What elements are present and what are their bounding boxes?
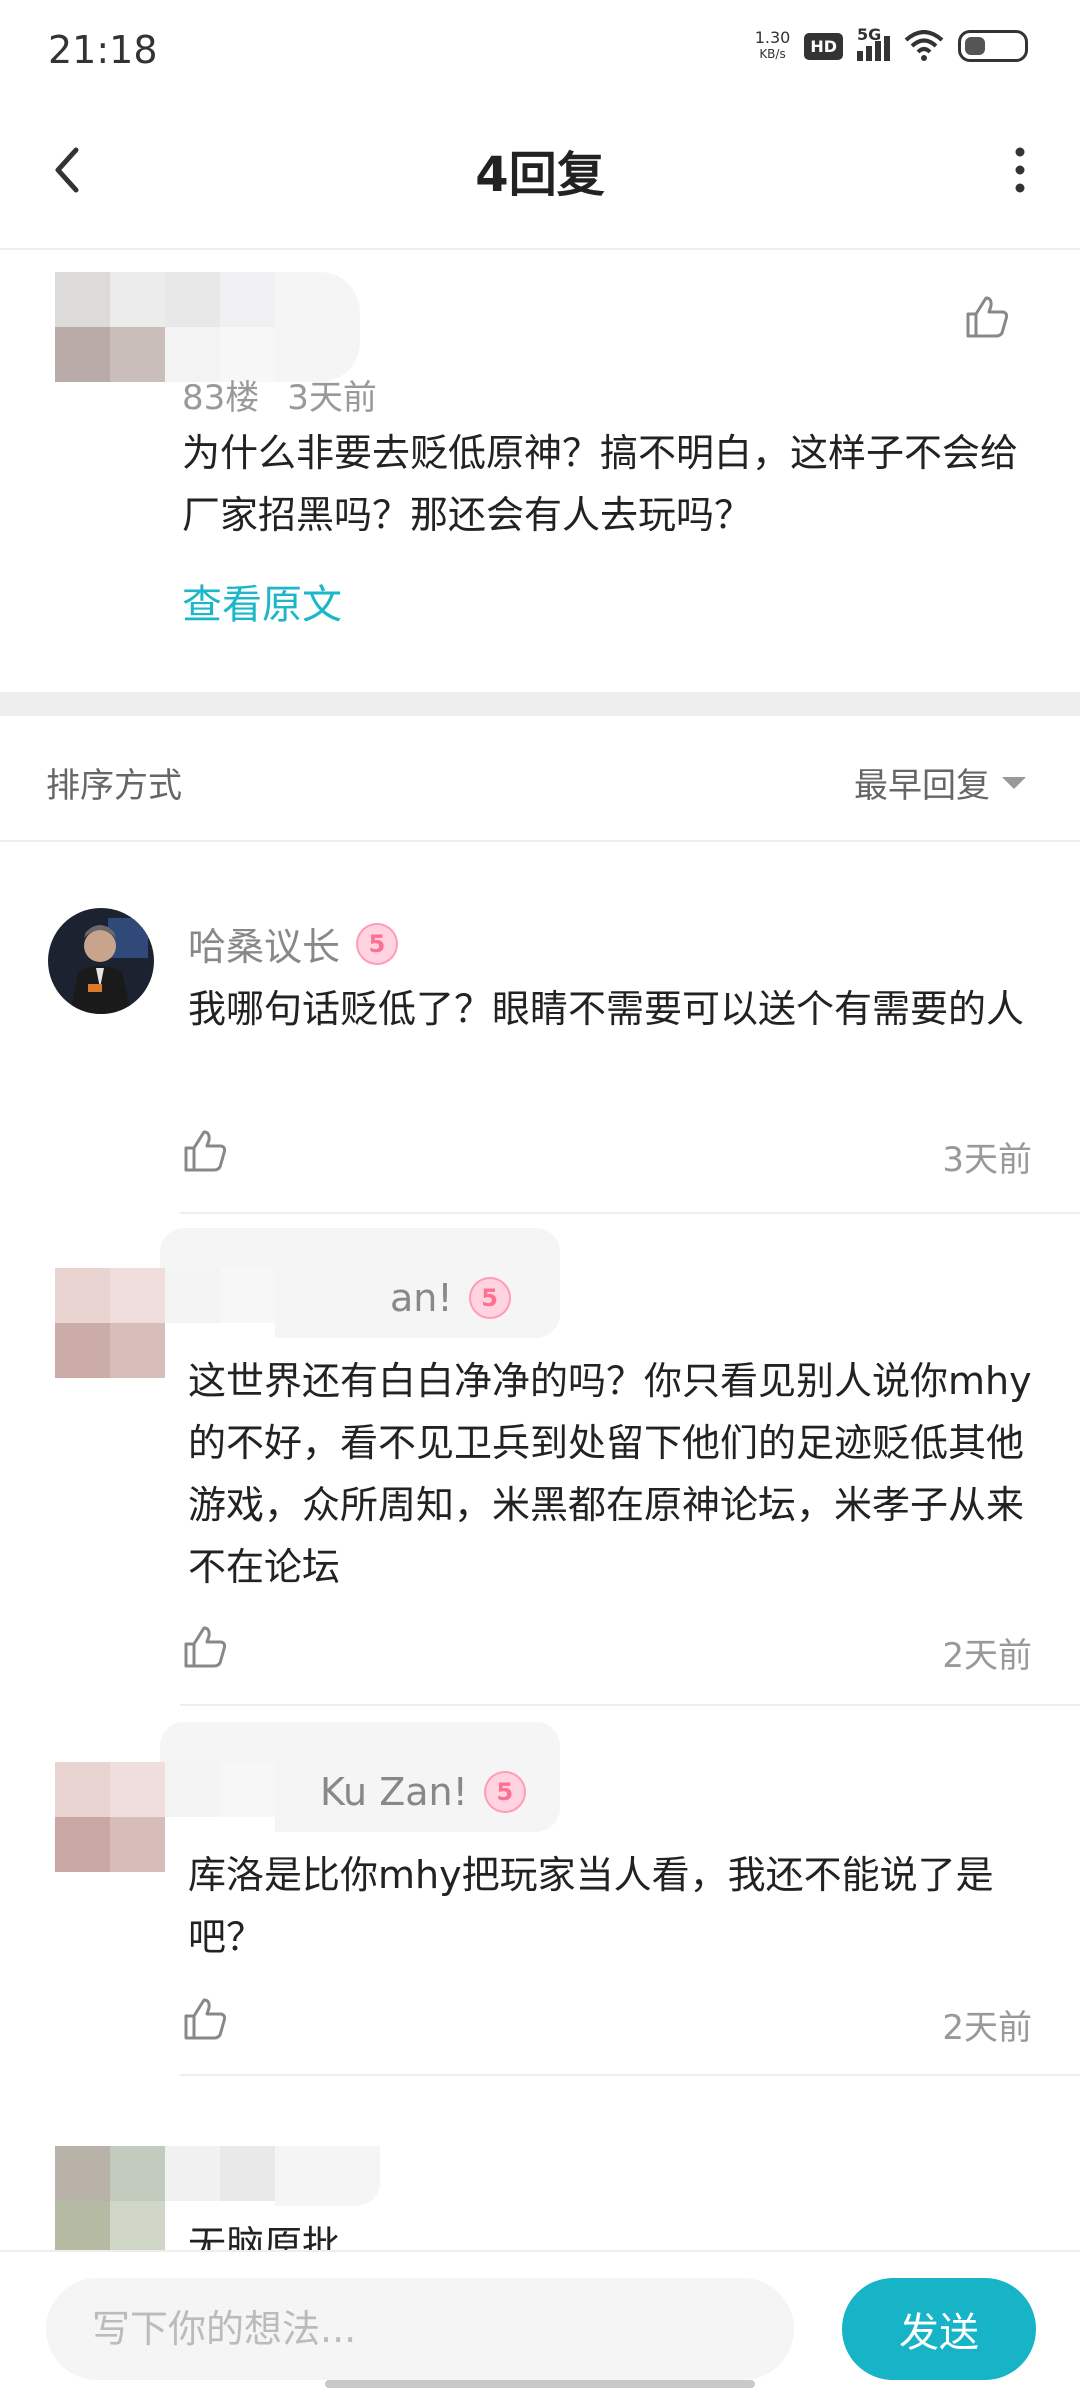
reply-time: 2天前 xyxy=(942,1636,1032,1676)
comment-composer: 发送 xyxy=(0,2250,1080,2400)
floor-number: 83楼 xyxy=(182,378,260,418)
wifi-icon xyxy=(904,30,944,61)
post-text: 为什么非要去贬低原神？搞不明白，这样子不会给厂家招黑吗？那还会有人去玩吗？ xyxy=(182,431,1019,537)
avatar[interactable] xyxy=(55,272,275,382)
post-time: 3天前 xyxy=(287,378,377,418)
status-icons: 1.30 KB/s HD 5G 5 xyxy=(754,25,1028,62)
hd-icon: HD xyxy=(804,32,843,60)
level-badge: 5 xyxy=(356,922,399,965)
more-options-icon[interactable] xyxy=(990,140,1050,200)
reply-text: 这世界还有白白净净的吗？你只看见别人说你mhy的不好，看不见卫兵到处留下他们的足… xyxy=(188,1359,1032,1589)
send-button[interactable]: 发送 xyxy=(842,2278,1036,2380)
view-original-link[interactable]: 查看原文 xyxy=(182,572,342,630)
username[interactable]: an! xyxy=(390,1276,453,1320)
reply-time: 2天前 xyxy=(942,2008,1032,2048)
reply-text: 无脑原批 xyxy=(188,2223,341,2250)
level-badge: 5 xyxy=(468,1277,511,1319)
reply-text: 我哪句话贬低了？眼睛不需要可以送个有需要的人 xyxy=(188,987,1025,1031)
divider xyxy=(180,2074,1080,2076)
like-icon[interactable] xyxy=(180,1994,230,2044)
like-icon[interactable] xyxy=(962,292,1012,342)
reply-item: 无脑原批 xyxy=(0,2146,1080,2250)
comment-input[interactable] xyxy=(46,2278,794,2380)
sort-label: 排序方式 xyxy=(46,766,182,806)
battery-icon: 5 xyxy=(958,30,1028,62)
like-icon[interactable] xyxy=(180,1622,230,1672)
username[interactable]: 哈桑议长 xyxy=(188,916,340,971)
chevron-down-icon xyxy=(1002,776,1026,789)
post-meta: 83楼 3天前 xyxy=(182,370,377,419)
status-time: 21:18 xyxy=(48,28,158,72)
section-divider xyxy=(0,692,1080,716)
username[interactable]: Ku Zan! xyxy=(320,1770,468,1814)
divider xyxy=(180,1704,1080,1706)
like-icon[interactable] xyxy=(180,1126,230,1176)
sort-value: 最早回复 xyxy=(854,766,990,806)
home-indicator[interactable] xyxy=(325,2380,755,2388)
sort-bar: 排序方式 最早回复 xyxy=(0,716,1080,842)
header: 4回复 xyxy=(0,100,1080,250)
reply-text: 库洛是比你mhy把玩家当人看，我还不能说了是吧？ xyxy=(188,1853,994,1959)
reply-item: 哈桑议长 5 我哪句话贬低了？眼睛不需要可以送个有需要的人 3天前 xyxy=(0,908,1080,1208)
divider xyxy=(180,1212,1080,1214)
reply-item: an! 5 这世界还有白白净净的吗？你只看见别人说你mhy的不好，看不见卫兵到处… xyxy=(0,1228,1080,1688)
original-post: 83楼 3天前 为什么非要去贬低原神？搞不明白，这样子不会给厂家招黑吗？那还会有人… xyxy=(0,252,1080,692)
sort-dropdown[interactable]: 最早回复 xyxy=(854,758,1026,807)
avatar[interactable] xyxy=(48,908,154,1014)
reply-item: Ku Zan! 5 库洛是比你mhy把玩家当人看，我还不能说了是吧？ 2天前 xyxy=(0,1722,1080,2062)
status-bar: 21:18 1.30 KB/s HD 5G 5 xyxy=(0,0,1080,100)
network-speed: 1.30 KB/s xyxy=(754,28,791,62)
reply-time: 3天前 xyxy=(942,1140,1032,1180)
level-badge: 5 xyxy=(483,1771,526,1813)
page-title: 4回复 xyxy=(475,147,605,203)
signal-icon: 5G xyxy=(857,25,890,61)
